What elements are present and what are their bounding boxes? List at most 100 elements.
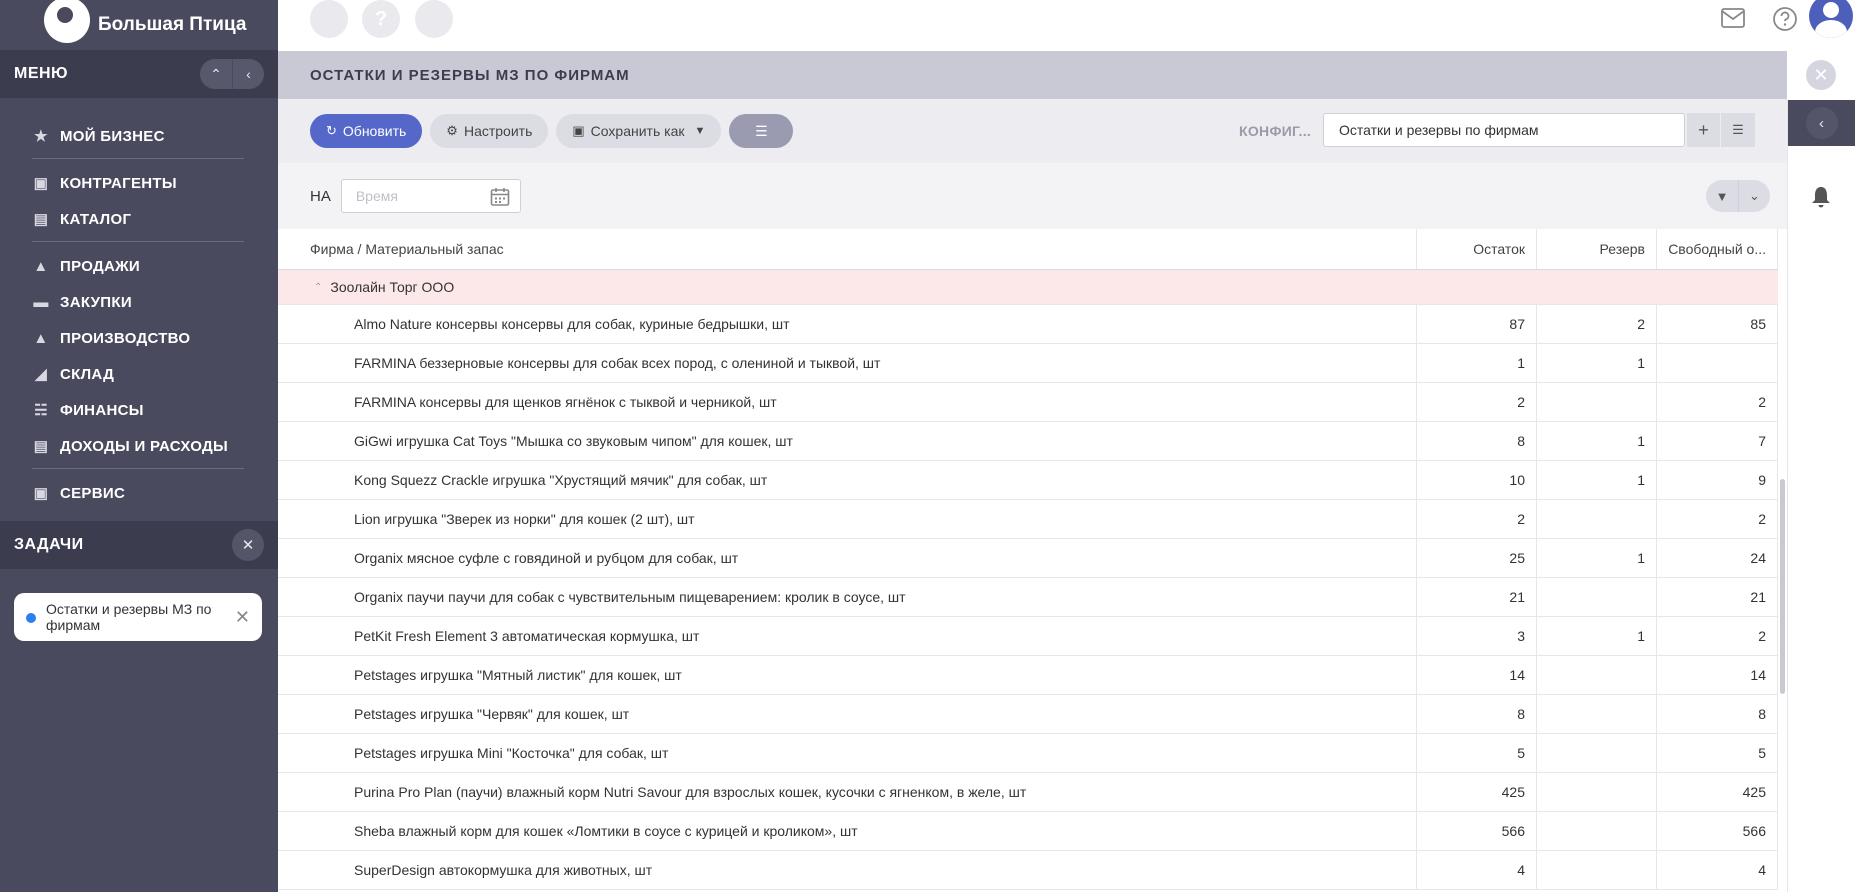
menu-divider [32, 241, 244, 242]
refresh-button[interactable]: ↻ Обновить [310, 114, 423, 148]
table-row[interactable]: Petstages игрушка "Червяк" для кошек, шт… [278, 695, 1778, 734]
vertical-scrollbar[interactable] [1778, 229, 1787, 892]
cell-free: 4 [1657, 851, 1778, 889]
chevron-down-icon[interactable]: ⌄ [1738, 180, 1770, 212]
layout-menu-button[interactable]: ☰ [729, 114, 794, 148]
group-row[interactable]: ⌃ Зоолайн Торг ООО [278, 270, 1778, 305]
table-row[interactable]: Petstages игрушка "Мятный листик" для ко… [278, 656, 1778, 695]
close-task-icon[interactable]: ✕ [235, 607, 250, 628]
help-icon[interactable] [1772, 6, 1798, 32]
expand-right-panel-button[interactable]: ‹ [1788, 100, 1855, 146]
refresh-icon: ↻ [326, 123, 337, 138]
cell-item-name: SuperDesign автокормушка для животных, ш… [278, 851, 1417, 889]
sidebar-item-2-5[interactable]: ▤ ДОХОДЫ И РАСХОДЫ [32, 428, 278, 464]
bank-icon: ☵ [34, 402, 48, 419]
logo[interactable]: Большая Птица [0, 0, 278, 50]
cell-item-name: FARMINA беззерновые консервы для собак в… [278, 344, 1417, 382]
table-row[interactable]: GiGwi игрушка Cat Toys "Мышка со звуковы… [278, 422, 1778, 461]
cell-reserve: 1 [1537, 617, 1657, 655]
cell-balance: 5 [1417, 734, 1537, 772]
sidebar-item-0-0[interactable]: ★ МОЙ БИЗНЕС [32, 118, 278, 154]
menu-title: МЕНЮ [14, 65, 69, 82]
top-placeholder-button[interactable] [415, 0, 453, 38]
table-row[interactable]: Lion игрушка "Зверек из норки" для кошек… [278, 500, 1778, 539]
cell-item-name: Organix мясное суфле с говядиной и рубцо… [278, 539, 1417, 577]
scrollbar-thumb[interactable] [1780, 479, 1785, 694]
column-header-free[interactable]: Свободный о... [1657, 229, 1778, 269]
title-bar: ОСТАТКИ И РЕЗЕРВЫ МЗ ПО ФИРМАМ ✕ [278, 51, 1836, 99]
save-as-button[interactable]: ▣ Сохранить как ▼ [556, 114, 722, 148]
sidebar-item-2-2[interactable]: ▲ ПРОИЗВОДСТВО [32, 320, 278, 356]
cell-reserve [1537, 500, 1657, 538]
table-row[interactable]: Organix паучи паучи для собак с чувствит… [278, 578, 1778, 617]
date-input[interactable] [341, 180, 482, 212]
cell-reserve [1537, 812, 1657, 850]
star-icon: ★ [34, 128, 48, 145]
truck-icon: ▬ [33, 293, 49, 311]
sidebar-item-2-1[interactable]: ▬ ЗАКУПКИ [32, 284, 278, 320]
bell-icon[interactable] [1810, 185, 1832, 209]
calendar-icon[interactable] [490, 187, 510, 207]
table-row[interactable]: Almo Nature консервы консервы для собак,… [278, 305, 1778, 344]
sidebar-item-2-0[interactable]: ▲ ПРОДАЖИ [32, 248, 278, 284]
config-list-icon[interactable]: ☰ [1721, 113, 1755, 147]
mail-icon[interactable] [1721, 8, 1745, 28]
tasks-title: ЗАДАЧИ [14, 536, 84, 553]
cell-item-name: Almo Nature консервы консервы для собак,… [278, 305, 1417, 343]
cell-free: 24 [1657, 539, 1778, 577]
config-select[interactable] [1323, 113, 1685, 147]
filter-icon[interactable]: ▼ [1706, 180, 1738, 212]
cell-free: 2 [1657, 617, 1778, 655]
wallet-icon: ▤ [33, 438, 49, 455]
top-help-button[interactable]: ? [362, 0, 400, 38]
cell-reserve [1537, 851, 1657, 889]
cell-free: 8 [1657, 695, 1778, 733]
sidebar-item-label: ФИНАНСЫ [60, 401, 144, 419]
table-row[interactable]: SuperDesign автокормушка для животных, ш… [278, 851, 1778, 890]
column-header-reserve[interactable]: Резерв [1537, 229, 1657, 269]
sidebar-item-1-1[interactable]: ▤ КАТАЛОГ [32, 201, 278, 237]
sidebar-item-label: ПРОИЗВОДСТВО [60, 329, 191, 347]
column-header-firm[interactable]: Фирма / Материальный запас [278, 229, 1417, 269]
top-bar: ? [278, 0, 1855, 51]
cell-reserve [1537, 383, 1657, 421]
collapse-up-icon[interactable]: ⌃ [200, 59, 232, 89]
sidebar-item-2-4[interactable]: ☵ ФИНАНСЫ [32, 392, 278, 428]
table-header: Фирма / Материальный запас Остаток Резер… [278, 229, 1778, 270]
table-row[interactable]: Purina Pro Plan (паучи) влажный корм Nut… [278, 773, 1778, 812]
table-row[interactable]: Organix мясное суфле с говядиной и рубцо… [278, 539, 1778, 578]
sidebar-item-label: КАТАЛОГ [60, 210, 132, 228]
group-cell: ⌃ Зоолайн Торг ООО [278, 270, 1417, 304]
task-card[interactable]: Остатки и резервы МЗ по фирмам ✕ [14, 593, 262, 641]
cell-free: 566 [1657, 812, 1778, 850]
table-body: Almo Nature консервы консервы для собак,… [278, 305, 1778, 890]
table-row[interactable]: Sheba влажный корм для кошек «Ломтики в … [278, 812, 1778, 851]
table-row[interactable]: PetKit Fresh Element 3 автоматическая ко… [278, 617, 1778, 656]
configure-button[interactable]: ⚙ Настроить [430, 114, 549, 148]
column-header-balance[interactable]: Остаток [1417, 229, 1537, 269]
add-config-icon[interactable]: + [1687, 113, 1720, 147]
sidebar-item-2-3[interactable]: ◢ СКЛАД [32, 356, 278, 392]
sidebar-item-1-0[interactable]: ▣ КОНТРАГЕНТЫ [32, 165, 278, 201]
data-table: Фирма / Материальный запас Остаток Резер… [278, 229, 1778, 892]
close-tasks-icon[interactable]: ✕ [232, 529, 264, 561]
refresh-label: Обновить [342, 123, 407, 139]
cell-reserve: 1 [1537, 422, 1657, 460]
date-field[interactable] [340, 179, 521, 213]
collapse-left-icon[interactable]: ‹ [232, 59, 264, 89]
caret-up-icon[interactable]: ⌃ [314, 282, 322, 293]
close-panel-icon[interactable]: ✕ [1806, 60, 1836, 90]
cell-balance: 2 [1417, 500, 1537, 538]
sidebar-item-3-0[interactable]: ▣ СЕРВИС [32, 475, 278, 511]
cell-balance: 25 [1417, 539, 1537, 577]
table-row[interactable]: Kong Squezz Crackle игрушка "Хрустящий м… [278, 461, 1778, 500]
table-row[interactable]: Petstages игрушка Mini "Косточка" для со… [278, 734, 1778, 773]
top-placeholder-button[interactable] [310, 0, 348, 38]
table-row[interactable]: FARMINA консервы для щенков ягнёнок с ты… [278, 383, 1778, 422]
menu-list: ★ МОЙ БИЗНЕС ▣ КОНТРАГЕНТЫ ▤ КАТАЛОГ ▲ ПРОДАЖИ ▬… [0, 98, 278, 521]
cell-free: 2 [1657, 500, 1778, 538]
cell-item-name: Petstages игрушка "Червяк" для кошек, шт [278, 695, 1417, 733]
avatar[interactable] [1809, 0, 1853, 38]
cell-balance: 8 [1417, 695, 1537, 733]
table-row[interactable]: FARMINA беззерновые консервы для собак в… [278, 344, 1778, 383]
